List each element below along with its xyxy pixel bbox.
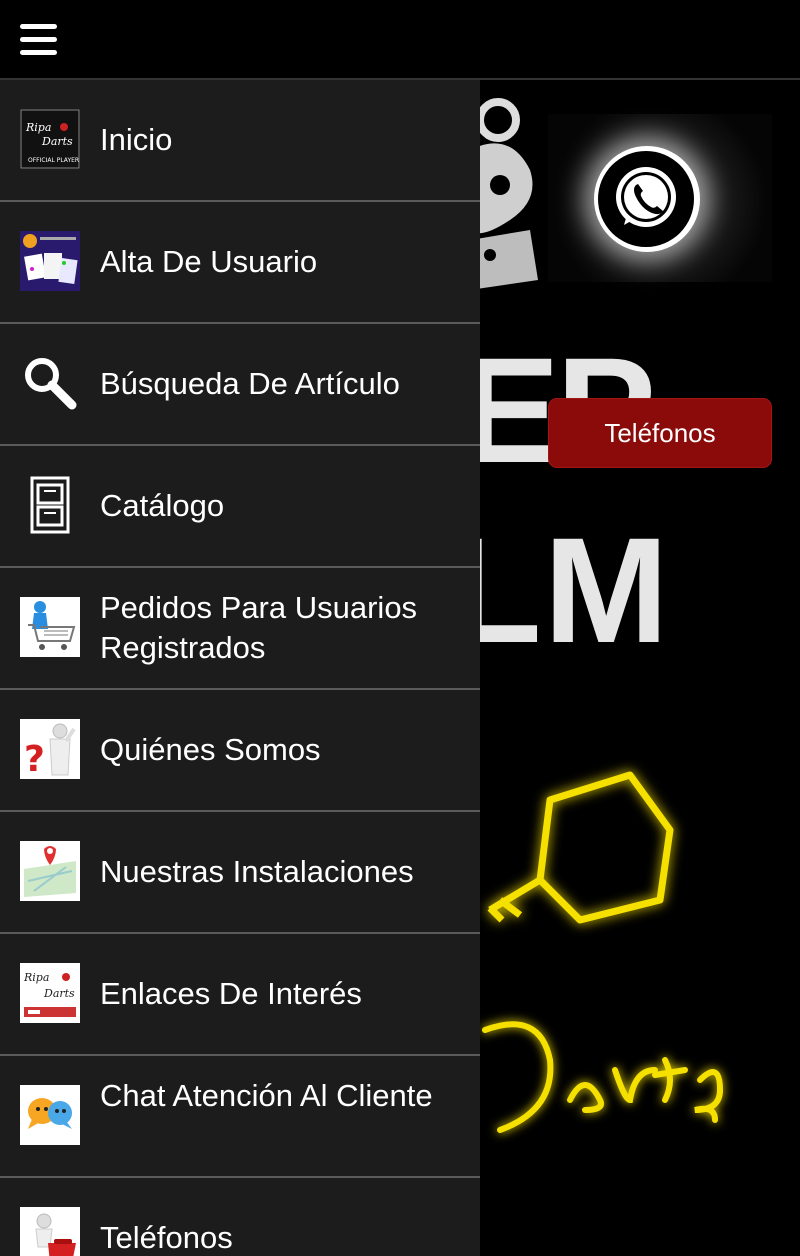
question-person-thumbnail: ? bbox=[20, 719, 80, 779]
menu-item-inicio[interactable]: Ripa Darts OFFICIAL PLAYER Inicio bbox=[0, 80, 480, 202]
chat-bubbles-thumbnail bbox=[20, 1085, 80, 1145]
svg-text:?: ? bbox=[24, 739, 45, 779]
user-registration-thumbnail bbox=[20, 231, 80, 291]
ripa-darts-links-thumbnail: Ripa Darts bbox=[20, 963, 80, 1023]
menu-item-label: Catálogo bbox=[100, 488, 225, 523]
menu-item-quienes-somos[interactable]: ? Quiénes Somos bbox=[0, 690, 480, 812]
telephone-thumbnail bbox=[20, 1207, 80, 1256]
menu-item-label: Quiénes Somos bbox=[100, 732, 321, 767]
telefonos-button[interactable]: Teléfonos bbox=[548, 398, 772, 468]
menu-item-label: Enlaces De Interés bbox=[100, 976, 362, 1011]
menu-item-label: Nuestras Instalaciones bbox=[100, 854, 414, 889]
ripa-darts-logo-thumbnail: Ripa Darts OFFICIAL PLAYER bbox=[20, 109, 80, 169]
menu-item-catalogo[interactable]: Catálogo bbox=[0, 446, 480, 568]
svg-text:Ripa: Ripa bbox=[23, 971, 49, 984]
background-page: EP LM Teléfonos bbox=[480, 80, 800, 1256]
whatsapp-icon bbox=[616, 167, 676, 227]
whatsapp-tile[interactable] bbox=[548, 114, 772, 282]
map-location-thumbnail bbox=[20, 841, 80, 901]
menu-item-label: Chat Atención Al Cliente bbox=[100, 1078, 433, 1113]
file-cabinet-icon bbox=[20, 475, 80, 535]
svg-text:Ripa: Ripa bbox=[25, 121, 51, 134]
svg-text:Darts: Darts bbox=[43, 987, 75, 1000]
crest-logo-image bbox=[480, 98, 538, 289]
menu-item-nuestras-instalaciones[interactable]: Nuestras Instalaciones bbox=[0, 812, 480, 934]
menu-item-enlaces-de-interes[interactable]: Ripa Darts Enlaces De Interés bbox=[0, 934, 480, 1056]
neon-darts-script-image bbox=[482, 1021, 724, 1133]
shopping-cart-thumbnail bbox=[20, 597, 80, 657]
search-icon bbox=[20, 353, 80, 413]
app-top-bar bbox=[0, 0, 800, 80]
svg-text:OFFICIAL PLAYER: OFFICIAL PLAYER bbox=[28, 157, 79, 164]
menu-item-telefonos[interactable]: Teléfonos bbox=[0, 1178, 480, 1256]
neon-dart-image bbox=[487, 771, 674, 924]
menu-item-label: Teléfonos bbox=[100, 1220, 233, 1255]
svg-text:Darts: Darts bbox=[41, 135, 73, 148]
menu-item-alta-de-usuario[interactable]: Alta De Usuario bbox=[0, 202, 480, 324]
menu-item-label: Pedidos Para Usuarios Registrados bbox=[100, 590, 418, 665]
navigation-drawer: Ripa Darts OFFICIAL PLAYER Inicio Alta D… bbox=[0, 80, 480, 1256]
menu-item-chat-atencion-al-cliente[interactable]: Chat Atención Al Cliente bbox=[0, 1056, 480, 1178]
menu-item-label: Inicio bbox=[100, 122, 173, 157]
menu-item-pedidos-para-usuarios-registrados[interactable]: Pedidos Para Usuarios Registrados bbox=[0, 568, 480, 690]
menu-item-busqueda-de-articulo[interactable]: Búsqueda De Artículo bbox=[0, 324, 480, 446]
menu-item-label: Búsqueda De Artículo bbox=[100, 366, 400, 401]
background-title-letters-2: LM bbox=[480, 506, 671, 674]
menu-item-label: Alta De Usuario bbox=[100, 244, 318, 279]
hamburger-menu-icon[interactable] bbox=[20, 24, 57, 55]
